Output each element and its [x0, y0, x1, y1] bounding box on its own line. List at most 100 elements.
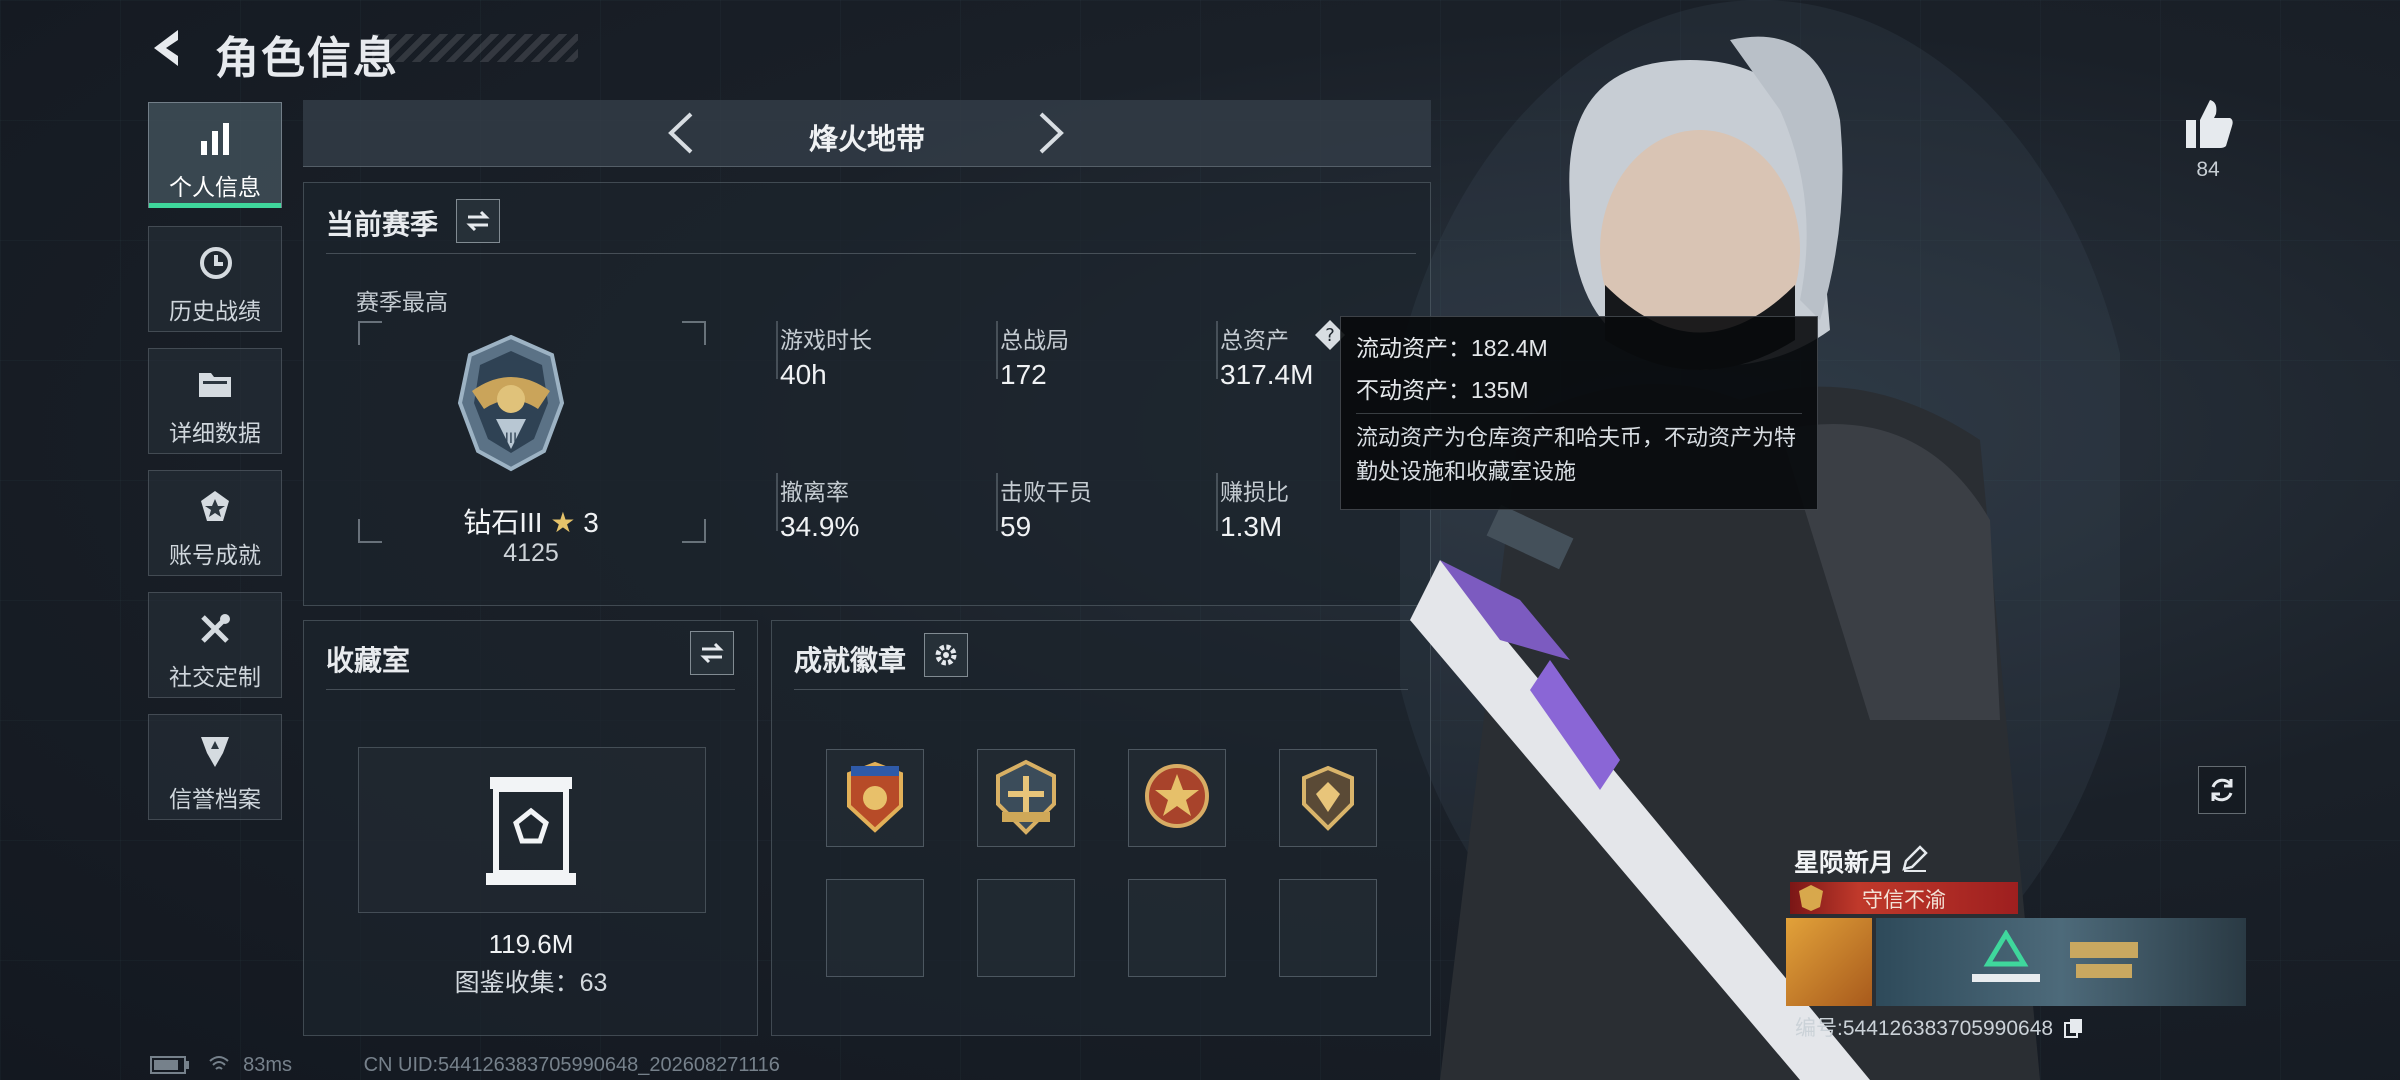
section-divider	[326, 689, 735, 690]
svg-text:III: III	[505, 431, 517, 447]
section-divider	[326, 253, 1416, 254]
badge-slot[interactable]	[977, 749, 1075, 847]
badge-slot[interactable]	[826, 749, 924, 847]
collection-switch-button[interactable]	[690, 631, 734, 675]
sidebar-item-personal-info[interactable]: 个人信息	[148, 102, 282, 208]
player-name: 星陨新月	[1794, 849, 1895, 877]
edit-pencil-icon[interactable]	[1900, 845, 1928, 873]
badges-panel: 成就徽章	[771, 620, 1431, 1036]
collection-title: 收藏室	[326, 645, 411, 676]
rank-line: 钻石III ★ 3	[358, 501, 704, 541]
copy-icon[interactable]	[2063, 1017, 2085, 1039]
ping-value: 83ms	[243, 1054, 293, 1076]
stat-divider	[1216, 321, 1218, 379]
badge-icon-4	[1302, 765, 1354, 831]
tooltip-description: 流动资产为仓库资产和哈夫币，不动资产为特勤处设施和收藏室设施	[1356, 425, 1797, 484]
stat-divider	[996, 321, 998, 379]
tools-icon	[201, 614, 230, 643]
achievement-medal-icon	[201, 491, 229, 521]
sidebar-item-label: 信誉档案	[169, 786, 261, 812]
battery-icon	[150, 1056, 189, 1074]
badge-slot-empty[interactable]	[826, 879, 924, 977]
sidebar-item-social[interactable]: 社交定制	[148, 592, 282, 698]
shield-star-icon	[201, 737, 229, 767]
section-divider	[794, 689, 1408, 690]
stat-value-assets: 317.4M	[1220, 359, 1314, 390]
back-arrow-icon[interactable]	[148, 26, 192, 70]
sidebar-item-label: 账号成就	[169, 542, 261, 568]
rank-emblem-icon: III	[457, 334, 565, 472]
status-bar: 83ms CN UID:544126383705990648_202608271…	[150, 1054, 780, 1077]
sidebar-item-reputation[interactable]: 信誉档案	[148, 714, 282, 820]
season-section-title: 当前赛季	[326, 209, 439, 240]
folder-icon	[199, 373, 231, 397]
sidebar-item-label: 个人信息	[169, 174, 261, 200]
stat-label-matches: 总战局	[1000, 327, 1069, 353]
badge-slot-empty[interactable]	[977, 879, 1075, 977]
mode-selector-bar: 烽火地带	[303, 100, 1431, 167]
collection-panel[interactable]: 收藏室 119.6M 图鉴收集：63	[303, 620, 758, 1036]
stat-value-extract-rate: 34.9%	[780, 511, 860, 542]
player-title-text: 守信不渝	[1862, 889, 1946, 912]
stat-label-kills: 击败干员	[1000, 479, 1092, 505]
svg-text:?: ?	[1325, 325, 1335, 346]
stat-value-profit-ratio: 1.3M	[1220, 511, 1283, 542]
badge-icon-3	[1145, 764, 1209, 828]
history-clock-icon	[200, 247, 232, 279]
season-best-label: 赛季最高	[356, 289, 448, 315]
sidebar-item-label: 历史战绩	[169, 298, 261, 324]
sidebar-item-label: 详细数据	[169, 420, 261, 446]
stat-label-profit-ratio: 赚损比	[1220, 479, 1289, 505]
badges-title: 成就徽章	[794, 645, 907, 676]
bar-chart-icon	[201, 123, 229, 155]
banner-image	[1876, 918, 2246, 1006]
badge-slot-empty[interactable]	[1279, 879, 1377, 977]
rank-score: 4125	[503, 539, 559, 567]
chevron-right-icon[interactable]	[1033, 110, 1069, 156]
tomb-raider-logo	[2070, 942, 2138, 978]
refresh-button[interactable]	[2198, 766, 2246, 814]
tooltip-divider	[1356, 413, 1802, 414]
sidebar-item-history[interactable]: 历史战绩	[148, 226, 282, 332]
tooltip-fixed-assets: 不动资产：135M	[1356, 377, 1529, 403]
stat-label-playtime: 游戏时长	[780, 327, 872, 353]
stat-value-playtime: 40h	[780, 359, 827, 390]
stat-divider	[1216, 473, 1218, 531]
tooltip-liquid-assets: 流动资产：182.4M	[1356, 335, 1548, 361]
badge-slot[interactable]	[1279, 749, 1377, 847]
current-season-panel: 当前赛季 赛季最高 III 钻石III ★ 3 4125 游戏时长 40h 总战…	[303, 182, 1431, 606]
sidebar-item-label: 社交定制	[169, 664, 261, 690]
badge-icon-2	[996, 759, 1056, 835]
wifi-icon	[208, 1056, 229, 1070]
swap-arrows-icon	[466, 210, 490, 232]
collection-count: 图鉴收集：63	[454, 969, 608, 997]
title-decoration	[372, 34, 578, 62]
stat-divider	[996, 473, 998, 531]
mode-title: 烽火地带	[808, 124, 925, 156]
swap-arrows-icon	[700, 642, 724, 664]
badge-slot[interactable]	[1128, 749, 1226, 847]
collection-value: 119.6M	[488, 929, 574, 959]
sidebar-item-achievements[interactable]: 账号成就	[148, 470, 282, 576]
stat-label-extract-rate: 撤离率	[780, 479, 849, 505]
player-id-text: 编号:544126383705990648	[1795, 1017, 2054, 1040]
name-card-banner[interactable]	[1786, 918, 2246, 1006]
avatar-frame	[1786, 918, 1872, 1006]
badges-settings-button[interactable]	[924, 633, 968, 677]
rank-stars: 3	[583, 507, 599, 538]
badge-slot-empty[interactable]	[1128, 879, 1226, 977]
season-switch-button[interactable]	[456, 199, 500, 243]
stat-divider	[776, 321, 778, 379]
gear-icon	[935, 644, 957, 666]
stat-value-matches: 172	[1000, 359, 1047, 390]
stat-value-kills: 59	[1000, 511, 1032, 542]
player-title-badge: 守信不渝	[1790, 882, 2018, 914]
like-count: 84	[2196, 158, 2220, 181]
frame-corner	[358, 321, 382, 345]
stat-label-assets: 总资产	[1220, 327, 1289, 353]
star-icon: ★	[550, 507, 576, 538]
stat-divider	[776, 473, 778, 531]
thumbs-up-icon[interactable]	[2180, 96, 2236, 152]
player-id-line: 编号:544126383705990648	[1795, 1012, 2085, 1042]
sidebar-item-details[interactable]: 详细数据	[148, 348, 282, 454]
